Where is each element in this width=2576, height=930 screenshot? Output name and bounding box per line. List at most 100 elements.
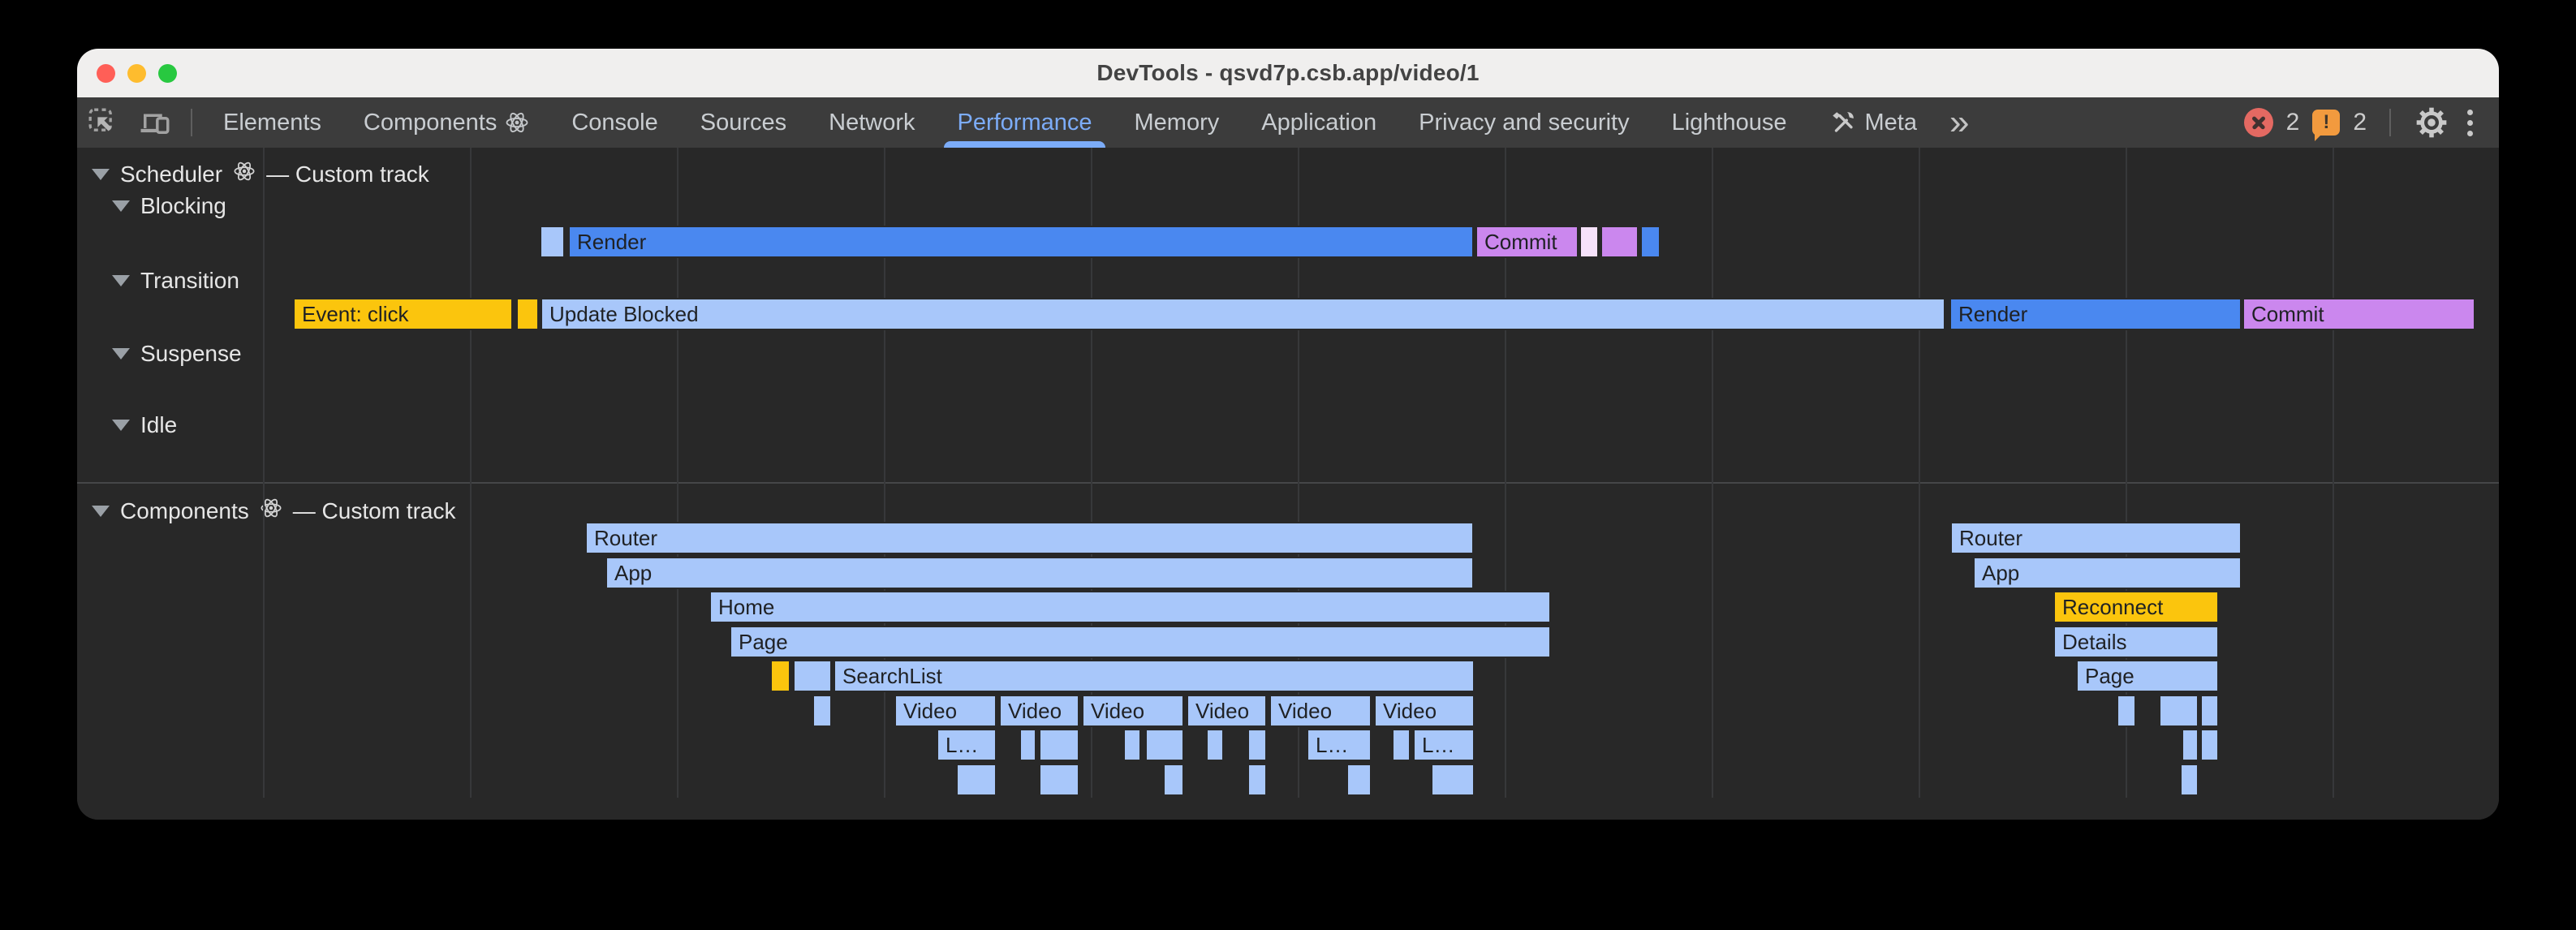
flame-bar[interactable] (2200, 729, 2219, 761)
tab-memory[interactable]: Memory (1114, 97, 1241, 148)
flame-bar-video[interactable]: Video (999, 695, 1079, 727)
flame-bar[interactable] (1145, 729, 1184, 761)
lane-transition[interactable]: Transition (112, 268, 239, 294)
tab-label: Lighthouse (1672, 110, 1787, 136)
tab-performance[interactable]: Performance (936, 97, 1113, 148)
flame-bar[interactable] (1039, 764, 1079, 796)
track-name: Components (120, 498, 249, 524)
tab-label: Privacy and security (1419, 110, 1630, 136)
more-tabs-icon[interactable]: » (1938, 97, 1980, 148)
flame-bar[interactable] (1247, 764, 1267, 796)
device-toolbar-icon[interactable] (129, 97, 181, 148)
tab-label: Console (571, 110, 657, 136)
flame-bar-render[interactable]: Render (1949, 298, 2242, 330)
flame-bar[interactable] (1247, 729, 1267, 761)
tab-label: Performance (957, 110, 1092, 136)
flame-bar-render[interactable]: Render (568, 226, 1474, 258)
traffic-lights (97, 64, 177, 83)
flame-bar[interactable] (812, 695, 832, 727)
track-header-scheduler[interactable]: Scheduler — Custom track (92, 160, 429, 188)
collapse-triangle-icon[interactable] (112, 420, 130, 431)
flame-bar[interactable] (1640, 226, 1661, 258)
settings-gear-icon[interactable] (2414, 105, 2449, 140)
tab-lighthouse[interactable]: Lighthouse (1651, 97, 1808, 148)
collapse-triangle-icon[interactable] (92, 506, 110, 517)
collapse-triangle-icon[interactable] (112, 200, 130, 212)
flame-bar[interactable] (1579, 226, 1599, 258)
kebab-menu-icon[interactable] (2462, 110, 2478, 136)
flame-bar[interactable] (2159, 695, 2199, 727)
tab-label: Sources (700, 110, 786, 136)
warning-count[interactable]: 2 (2353, 109, 2367, 136)
zoom-button[interactable] (158, 64, 177, 83)
react-atom-icon (505, 110, 529, 135)
flame-bar-l-[interactable]: L… (937, 729, 997, 761)
close-button[interactable] (97, 64, 115, 83)
flame-bar-video[interactable]: Video (1269, 695, 1372, 727)
flame-bar[interactable] (540, 226, 565, 258)
flame-bar[interactable] (956, 764, 997, 796)
tab-network[interactable]: Network (808, 97, 936, 148)
flame-bar[interactable] (1431, 764, 1475, 796)
flame-bar-l-[interactable]: L… (1413, 729, 1475, 761)
error-badge-icon[interactable] (2244, 108, 2273, 137)
flame-bar[interactable] (1163, 764, 1184, 796)
flame-bar[interactable] (1123, 729, 1141, 761)
track-header-components[interactable]: Components — Custom track (92, 497, 455, 525)
collapse-triangle-icon[interactable] (92, 169, 110, 180)
flame-bar[interactable] (516, 298, 539, 330)
flame-bar[interactable] (770, 660, 790, 692)
inspect-icon[interactable] (77, 97, 129, 148)
flame-bar-commit[interactable]: Commit (1475, 226, 1579, 258)
flame-bar-details[interactable]: Details (2053, 626, 2219, 658)
flame-bar[interactable] (2182, 729, 2199, 761)
flame-bar-app[interactable]: App (605, 557, 1474, 589)
lane-blocking[interactable]: Blocking (112, 193, 226, 219)
flame-bar[interactable] (1019, 729, 1036, 761)
flame-bar-commit[interactable]: Commit (2242, 298, 2475, 330)
flame-bar[interactable] (1600, 226, 1639, 258)
timeline-gridline (1712, 148, 1713, 798)
lane-suspense[interactable]: Suspense (112, 341, 242, 367)
tab-meta[interactable]: Meta (1808, 97, 1938, 148)
tools-icon (1829, 109, 1857, 136)
collapse-triangle-icon[interactable] (112, 275, 130, 286)
timeline-gridline (470, 148, 472, 798)
tab-console[interactable]: Console (550, 97, 678, 148)
flame-bar-update-blocked[interactable]: Update Blocked (541, 298, 1945, 330)
flame-bar-home[interactable]: Home (709, 591, 1551, 623)
flame-bar-router[interactable]: Router (585, 522, 1474, 554)
flame-bar[interactable] (1039, 729, 1079, 761)
flame-bar-event-click[interactable]: Event: click (293, 298, 513, 330)
flame-bar-l-[interactable]: L… (1307, 729, 1372, 761)
performance-content: Scheduler — Custom track Blocking Transi… (77, 148, 2499, 820)
flame-bar[interactable] (2117, 695, 2136, 727)
collapse-triangle-icon[interactable] (112, 348, 130, 360)
tab-application[interactable]: Application (1240, 97, 1398, 148)
minimize-button[interactable] (127, 64, 146, 83)
lane-idle[interactable]: Idle (112, 412, 177, 438)
flame-bar-video[interactable]: Video (1082, 695, 1184, 727)
flame-bar[interactable] (1392, 729, 1411, 761)
tab-elements[interactable]: Elements (202, 97, 342, 148)
flame-bar-router[interactable]: Router (1950, 522, 2242, 554)
flame-bar-video[interactable]: Video (1374, 695, 1475, 727)
flame-bar-video[interactable]: Video (1187, 695, 1267, 727)
error-count[interactable]: 2 (2286, 109, 2300, 136)
flame-bar[interactable] (1206, 729, 1224, 761)
flame-bar-app[interactable]: App (1973, 557, 2242, 589)
flame-bar[interactable] (2180, 764, 2199, 796)
flame-bar-video[interactable]: Video (894, 695, 997, 727)
flame-bar-page[interactable]: Page (2076, 660, 2219, 692)
warning-badge-icon[interactable]: ! (2312, 110, 2340, 136)
flame-bar-page[interactable]: Page (730, 626, 1551, 658)
tab-sources[interactable]: Sources (679, 97, 808, 148)
flame-bar[interactable] (1346, 764, 1372, 796)
track-name: Scheduler (120, 161, 222, 187)
tab-privacy-and-security[interactable]: Privacy and security (1398, 97, 1651, 148)
flame-bar[interactable] (793, 660, 832, 692)
flame-bar-searchlist[interactable]: SearchList (834, 660, 1475, 692)
flame-bar-reconnect[interactable]: Reconnect (2053, 591, 2219, 623)
flame-bar[interactable] (2200, 695, 2219, 727)
tab-components[interactable]: Components (342, 97, 550, 148)
